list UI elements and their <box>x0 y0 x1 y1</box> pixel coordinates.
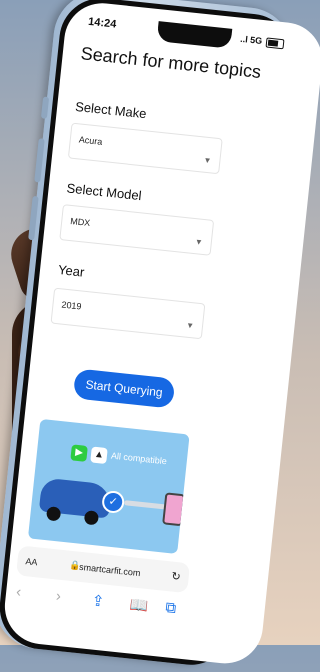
model-value: MDX <box>69 215 91 229</box>
dynamic-notch <box>156 21 233 49</box>
chevron-down-icon: ▼ <box>194 237 204 247</box>
forward-icon[interactable]: › <box>55 588 62 605</box>
share-icon[interactable]: ⇪ <box>91 591 105 610</box>
signal-indicator: ..l 5G <box>239 33 263 46</box>
compatibility-banner: ▶ ▲ All compatible ✓ <box>27 418 190 554</box>
back-icon[interactable]: ‹ <box>15 583 22 600</box>
status-time: 14:24 <box>87 15 117 31</box>
battery-icon <box>265 37 285 50</box>
text-size-button[interactable]: AA <box>25 556 38 567</box>
volume-up-button <box>34 138 45 183</box>
android-auto-icon: ▲ <box>90 446 108 465</box>
model-select[interactable]: MDX ▼ <box>59 204 215 256</box>
chevron-down-icon: ▼ <box>203 155 212 166</box>
car-wheel <box>45 506 62 522</box>
year-label: Year <box>57 261 86 280</box>
cable-illustration <box>123 500 167 510</box>
make-value: Acura <box>78 134 103 147</box>
screen: 14:24 ..l 5G Search for more topics Sele… <box>1 0 320 668</box>
volume-down-button <box>28 195 39 241</box>
car-wheel <box>83 510 100 526</box>
tabs-icon[interactable]: ⧉ <box>165 599 177 617</box>
adapter-illustration <box>162 492 186 527</box>
mute-switch <box>40 96 50 119</box>
model-label: Select Model <box>65 180 143 204</box>
make-label: Select Make <box>74 98 148 122</box>
bookmarks-icon[interactable]: 📖 <box>129 595 149 615</box>
phone: 14:24 ..l 5G Search for more topics Sele… <box>0 0 320 669</box>
banner-caption: All compatible <box>110 450 168 467</box>
url-text: smartcarfit.com <box>78 561 141 579</box>
make-select[interactable]: Acura ▼ <box>67 122 223 175</box>
carplay-icon: ▶ <box>70 444 88 462</box>
year-value: 2019 <box>61 299 82 312</box>
chevron-down-icon: ▼ <box>185 320 195 331</box>
year-select[interactable]: 2019 ▼ <box>50 287 206 340</box>
reload-icon[interactable]: ↻ <box>171 570 182 584</box>
start-querying-button[interactable]: Start Querying <box>72 368 176 409</box>
